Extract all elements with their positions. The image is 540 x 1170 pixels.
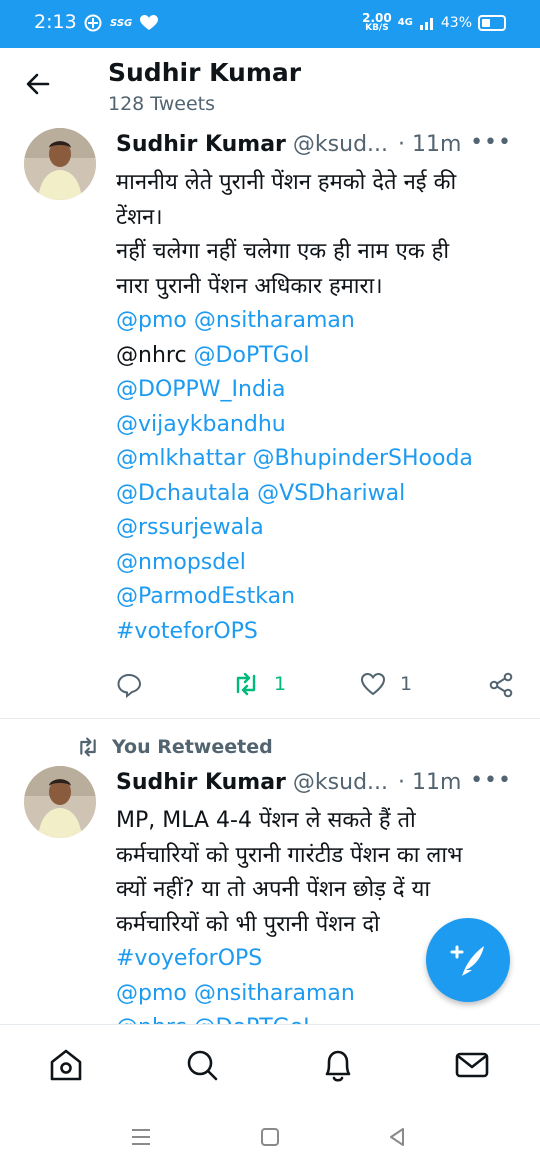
reply-button[interactable]: [116, 672, 142, 698]
retweet-icon: [236, 672, 256, 696]
signal-icon: [419, 17, 433, 30]
home-button-icon[interactable]: [259, 1126, 281, 1152]
system-nav-bar: [0, 1106, 540, 1170]
mention-link[interactable]: @DOPPW_India: [116, 373, 516, 408]
carrier-label: SSG: [110, 17, 133, 29]
back-arrow-icon[interactable]: [24, 70, 52, 104]
more-options-icon[interactable]: •••: [470, 130, 512, 155]
notifications-icon[interactable]: [318, 1045, 358, 1085]
mention-link[interactable]: @nhrc @DoPTGoI: [116, 1011, 516, 1024]
tweet-time: · 11m: [398, 770, 462, 795]
more-options-icon[interactable]: •••: [470, 768, 512, 793]
ssg-icon: [84, 14, 102, 32]
share-button[interactable]: [488, 672, 514, 698]
tweet-time: · 11m: [398, 132, 462, 157]
bottom-nav: [0, 1024, 540, 1107]
retweet-icon: [80, 737, 96, 757]
reply-icon: [117, 673, 142, 698]
tweet-author[interactable]: Sudhir Kumar @ksud...: [116, 770, 388, 795]
home-icon[interactable]: [46, 1045, 86, 1085]
tweet-text: माननीय लेते पुरानी पेंशन हमको देते नई की…: [116, 166, 516, 649]
retweet-button[interactable]: 1: [232, 672, 286, 696]
mention-link[interactable]: @Dchautala @VSDhariwal: [116, 477, 516, 512]
status-time: 2:13: [34, 11, 77, 33]
mention-link[interactable]: @mlkhattar @BhupinderSHooda: [116, 442, 516, 477]
tweet-actions: 1 1: [116, 672, 516, 702]
status-bar: 2:13 SSG 2.00 KB/S 4G 43%: [0, 0, 540, 48]
profile-header: Sudhir Kumar 128 Tweets: [0, 48, 540, 122]
battery-percent: 43%: [440, 14, 472, 31]
mention-link[interactable]: @rssurjewala: [116, 511, 516, 546]
mention-text: @nhrc: [116, 342, 187, 368]
battery-icon: [478, 14, 506, 31]
retweeted-indicator: You Retweeted: [76, 736, 273, 758]
author-name: Sudhir Kumar: [116, 770, 286, 795]
avatar[interactable]: [24, 128, 96, 200]
mention-link[interactable]: @vijaykbandhu: [116, 408, 516, 443]
author-name: Sudhir Kumar: [116, 132, 286, 157]
retweeted-label: You Retweeted: [112, 736, 273, 758]
recent-apps-icon[interactable]: [130, 1126, 152, 1152]
retweet-count: 1: [274, 673, 287, 695]
mention-link[interactable]: @nmopsdel: [116, 546, 516, 581]
heart-outline-icon: [360, 672, 386, 696]
heart-icon: [140, 15, 159, 30]
tweet-divider: [0, 718, 540, 719]
tweet-count: 128 Tweets: [108, 93, 216, 115]
like-button[interactable]: 1: [360, 672, 412, 696]
avatar[interactable]: [24, 766, 96, 838]
data-speed: 2.00 KB/S: [362, 11, 392, 33]
like-count: 1: [400, 673, 413, 695]
search-icon[interactable]: [182, 1045, 222, 1085]
network-type: 4G: [397, 17, 413, 28]
hashtag-link[interactable]: #voteforOPS: [116, 615, 516, 650]
messages-icon[interactable]: [452, 1045, 492, 1085]
back-button-icon[interactable]: [386, 1126, 408, 1152]
compose-feather-icon: [450, 945, 484, 976]
mention-link[interactable]: @pmo @nsitharaman: [116, 304, 516, 339]
author-handle: @ksud...: [292, 770, 389, 795]
mention-link[interactable]: @ParmodEstkan: [116, 580, 516, 615]
share-icon: [489, 672, 513, 698]
compose-tweet-button[interactable]: [426, 918, 510, 1002]
tweet-card[interactable]: Sudhir Kumar @ksud... · 11m ••• माननीय ल…: [0, 122, 540, 718]
mention-link[interactable]: @DoPTGoI: [194, 343, 310, 368]
author-handle: @ksud...: [292, 132, 389, 157]
tweet-author[interactable]: Sudhir Kumar @ksud...: [116, 132, 388, 157]
page-title: Sudhir Kumar: [108, 58, 302, 87]
